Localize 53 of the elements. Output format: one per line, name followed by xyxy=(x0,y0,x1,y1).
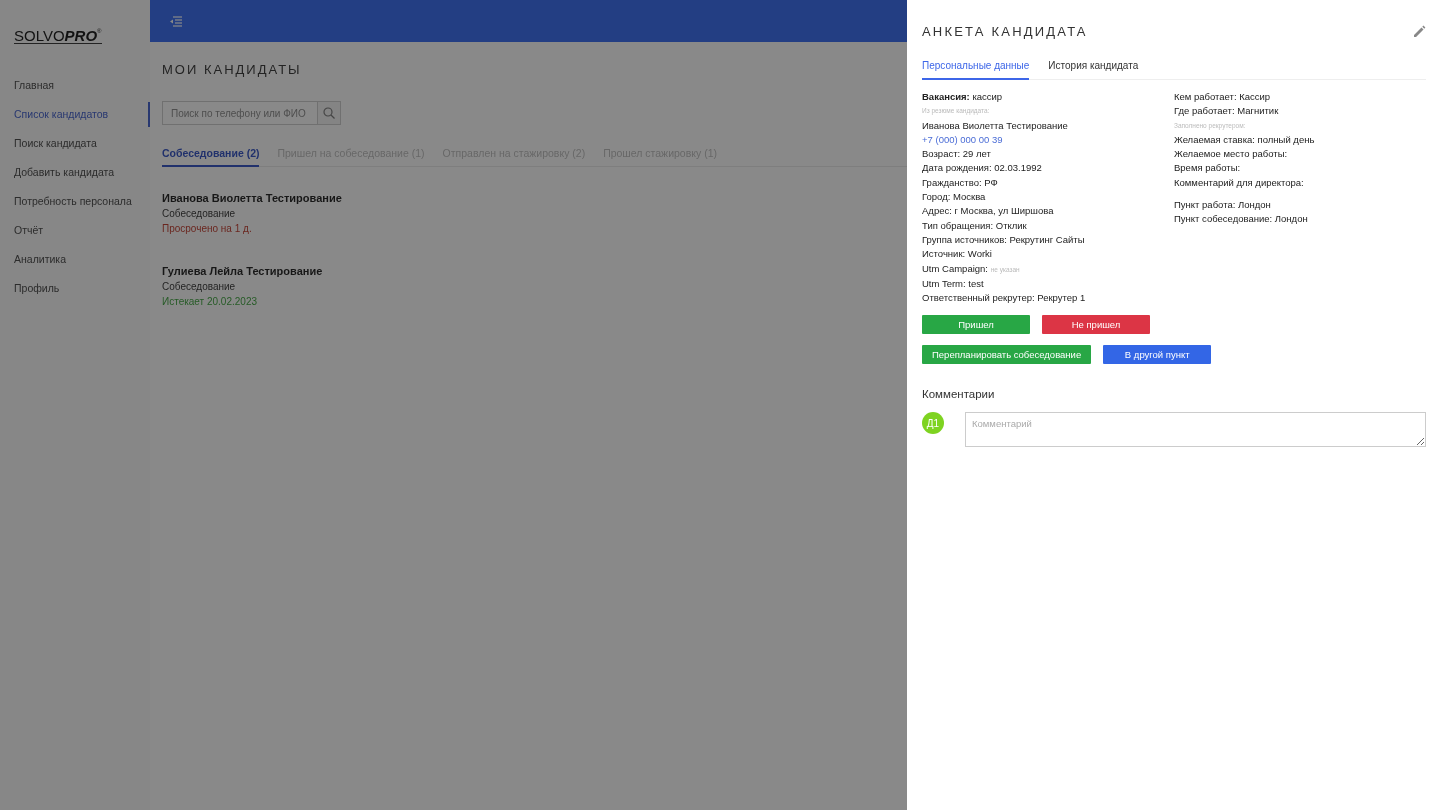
search-icon xyxy=(323,107,335,119)
field-text: Пункт собеседование: Лондон xyxy=(1174,212,1309,227)
field-text: Иванова Виолетта Тестирование xyxy=(922,118,1069,133)
panel-tab[interactable]: История кандидата xyxy=(1048,58,1139,80)
field-text: Utm Term: test xyxy=(922,276,985,291)
candidate-stage: Собеседование xyxy=(162,208,236,219)
section-title: Комментарии xyxy=(922,388,996,401)
field-text: Группа источников: Рекрутинг Сайты xyxy=(922,232,1086,247)
deadline-text: Истекает 20.02.2023 xyxy=(162,296,257,307)
action-button[interactable]: Не пришел xyxy=(1042,315,1150,335)
action-button[interactable]: В другой пункт xyxy=(1103,345,1212,365)
panel-tab[interactable]: Персональные данные xyxy=(922,58,1030,80)
field-text: Пункт работа: Лондон xyxy=(1174,198,1272,213)
sidebar-item[interactable]: Главная xyxy=(0,71,150,100)
field-text: Комментарий для директора: xyxy=(1174,175,1305,190)
panel-title: АНКЕТА КАНДИДАТА xyxy=(922,24,1088,39)
sidebar-item[interactable]: Отчёт xyxy=(0,216,150,245)
field-text: Гражданство: РФ xyxy=(922,175,999,190)
menu-icon[interactable] xyxy=(170,15,182,27)
action-button[interactable]: Перепланировать собеседование xyxy=(922,345,1092,365)
field-text: Вакансия: кассир xyxy=(922,90,1004,104)
field-text: Ответственный рекрутер: Рекрутер 1 xyxy=(922,291,1087,306)
deadline-text: Просрочено на 1 д. xyxy=(162,223,252,234)
field-text: Желаемая ставка: полный день xyxy=(1174,132,1316,147)
edit-icon[interactable] xyxy=(1413,25,1426,38)
sidebar-item[interactable]: Профиль xyxy=(0,274,150,303)
field-text: Адрес: г Москва, ул Ширшова xyxy=(922,204,1055,219)
sidebar-item[interactable]: Аналитика xyxy=(0,245,150,274)
avatar: Д1 xyxy=(922,412,944,435)
action-button[interactable]: Пришел xyxy=(922,315,1030,335)
search-button[interactable] xyxy=(318,102,340,124)
sidebar-item[interactable]: Поиск кандидата xyxy=(0,129,150,158)
field-text: Источник: Worki xyxy=(922,247,993,262)
field-text: Кем работает: Кассир xyxy=(1174,90,1272,104)
phone-link[interactable]: +7 (000) 000 00 39 xyxy=(922,132,1174,148)
field-text: Желаемое место работы: xyxy=(1174,147,1289,162)
field-text: Где работает: Магнитик xyxy=(1174,104,1280,119)
field-text: Тип обращения: Отклик xyxy=(922,218,1028,233)
candidate-name[interactable]: Иванова Виолетта Тестирование xyxy=(162,192,342,204)
comment-field[interactable]: Комментарий xyxy=(965,412,1426,448)
field-text: Дата рождения: 02.03.1992 xyxy=(922,161,1043,176)
status-tab[interactable]: Собеседование (2) xyxy=(162,143,260,167)
sidebar-item[interactable]: Потребность персонала xyxy=(0,187,150,216)
sidebar-item[interactable]: Список кандидатов xyxy=(0,100,150,129)
logo: SOLVOPRO$^{®}$ xyxy=(14,28,102,44)
field-text: Возраст: 29 лет xyxy=(922,147,992,162)
candidate-stage: Собеседование xyxy=(162,281,236,292)
field-label: Utm Campaign: xyxy=(922,262,988,274)
candidate-name[interactable]: Гулиева Лейла Тестирование xyxy=(162,265,323,277)
sidebar-item[interactable]: Добавить кандидата xyxy=(0,158,150,187)
field-text: Город: Москва xyxy=(922,190,987,205)
page-title: МОИ КАНДИДАТЫ xyxy=(162,62,302,78)
field-text: Время работы: xyxy=(1174,161,1242,176)
